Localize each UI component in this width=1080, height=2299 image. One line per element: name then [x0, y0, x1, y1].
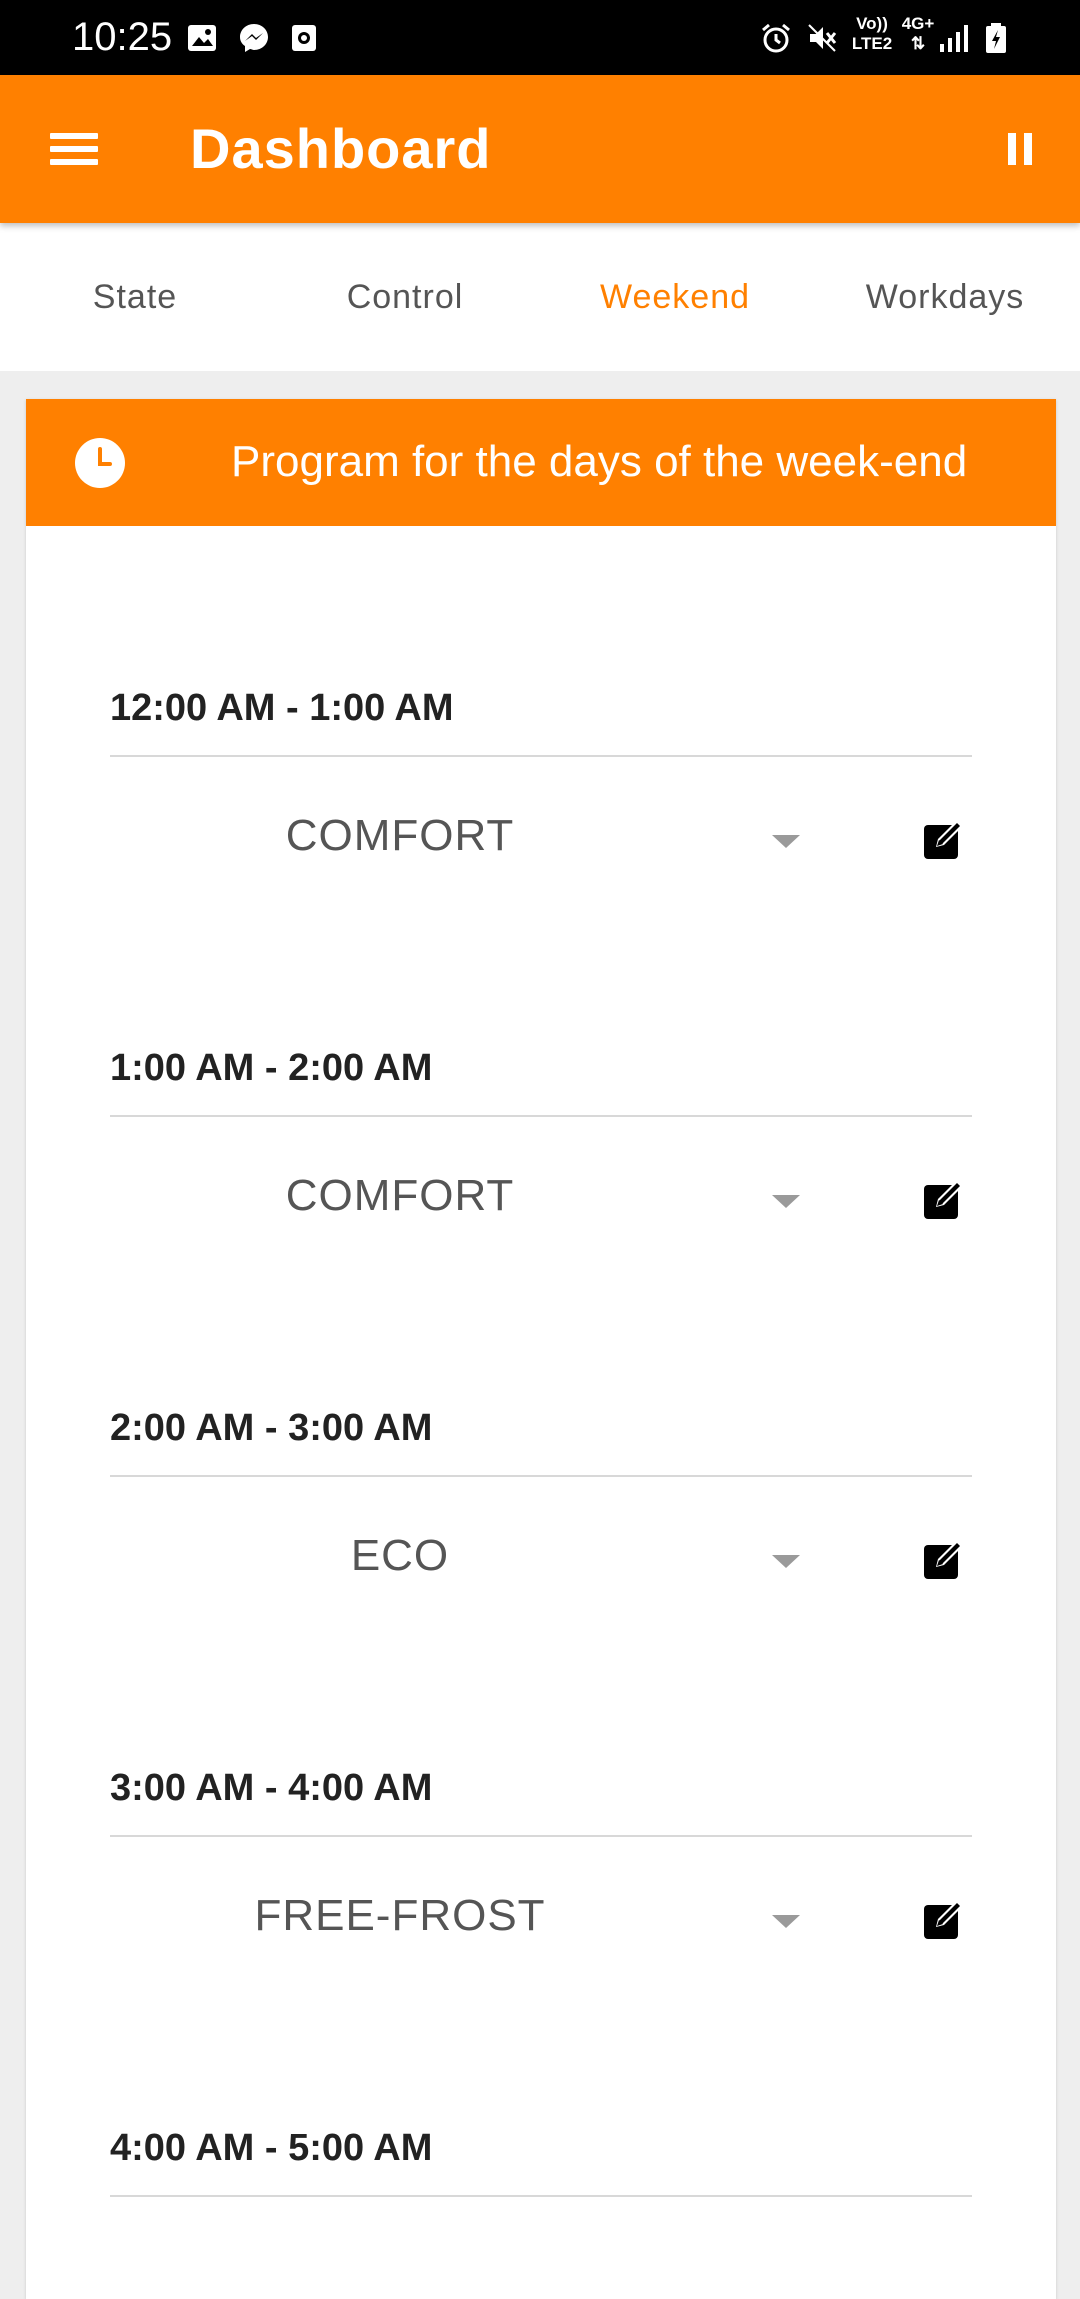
camera-icon — [292, 25, 316, 51]
dropdown-arrow-icon — [772, 1195, 800, 1208]
tab-workdays[interactable]: Workdays — [810, 223, 1080, 371]
slot-time-label: 4:00 AM - 5:00 AM — [110, 2127, 433, 2169]
network-type-indicator: 4G+ ⇅ — [901, 14, 935, 53]
hamburger-menu-icon[interactable] — [36, 117, 112, 181]
dropdown-arrow-icon — [772, 1555, 800, 1568]
mode-dropdown[interactable]: COMFORT — [110, 1157, 830, 1241]
tab-weekend[interactable]: Weekend — [540, 223, 810, 371]
gallery-icon — [188, 25, 216, 51]
slot-time-label: 3:00 AM - 4:00 AM — [110, 1767, 433, 1809]
weekend-program-card: Program for the days of the week-end 12:… — [26, 399, 1056, 2299]
slot-time-label: 1:00 AM - 2:00 AM — [110, 1047, 433, 1089]
pause-icon[interactable] — [996, 125, 1044, 173]
divider — [110, 2195, 972, 2197]
clock-icon — [75, 438, 125, 488]
mode-dropdown[interactable]: ECO — [110, 1517, 830, 1601]
edit-icon[interactable] — [922, 1537, 966, 1581]
dropdown-arrow-icon — [772, 835, 800, 848]
edit-icon[interactable] — [922, 1897, 966, 1941]
card-title: Program for the days of the week-end — [231, 437, 968, 486]
slot-time-label: 2:00 AM - 3:00 AM — [110, 1407, 433, 1449]
mode-value: COMFORT — [285, 1171, 515, 1220]
slot-time-label: 12:00 AM - 1:00 AM — [110, 687, 454, 729]
time-slot: 3:00 AM - 4:00 AM FREE-FROST — [110, 1747, 972, 2017]
edit-icon[interactable] — [922, 817, 966, 861]
app-bar: Dashboard — [0, 75, 1080, 223]
messenger-icon — [240, 24, 268, 52]
edit-icon[interactable] — [922, 1177, 966, 1221]
dropdown-arrow-icon — [772, 1915, 800, 1928]
tab-control[interactable]: Control — [270, 223, 540, 371]
time-slot: 4:00 AM - 5:00 AM — [110, 2107, 972, 2197]
card-header: Program for the days of the week-end — [26, 399, 1056, 526]
page-title: Dashboard — [190, 117, 492, 180]
mode-value: ECO — [350, 1531, 450, 1580]
status-time: 10:25 — [72, 15, 173, 59]
alarm-icon — [762, 23, 790, 53]
time-slot: 2:00 AM - 3:00 AM ECO — [110, 1387, 972, 1657]
volte-indicator: Vo)) LTE2 — [851, 14, 893, 53]
signal-icon — [940, 25, 968, 52]
tab-state[interactable]: State — [0, 223, 270, 371]
status-bar: 10:25 Vo)) LTE2 4G+ ⇅ — [0, 0, 1080, 75]
battery-icon — [986, 23, 1006, 53]
mode-dropdown[interactable]: FREE-FROST — [110, 1877, 830, 1961]
mode-dropdown[interactable]: COMFORT — [110, 797, 830, 881]
tab-bar: State Control Weekend Workdays — [0, 223, 1080, 371]
time-slot: 12:00 AM - 1:00 AM COMFORT — [110, 667, 972, 937]
mute-icon — [808, 24, 837, 52]
time-slot: 1:00 AM - 2:00 AM COMFORT — [110, 1027, 972, 1297]
mode-value: COMFORT — [285, 811, 515, 860]
mode-value: FREE-FROST — [254, 1891, 546, 1940]
